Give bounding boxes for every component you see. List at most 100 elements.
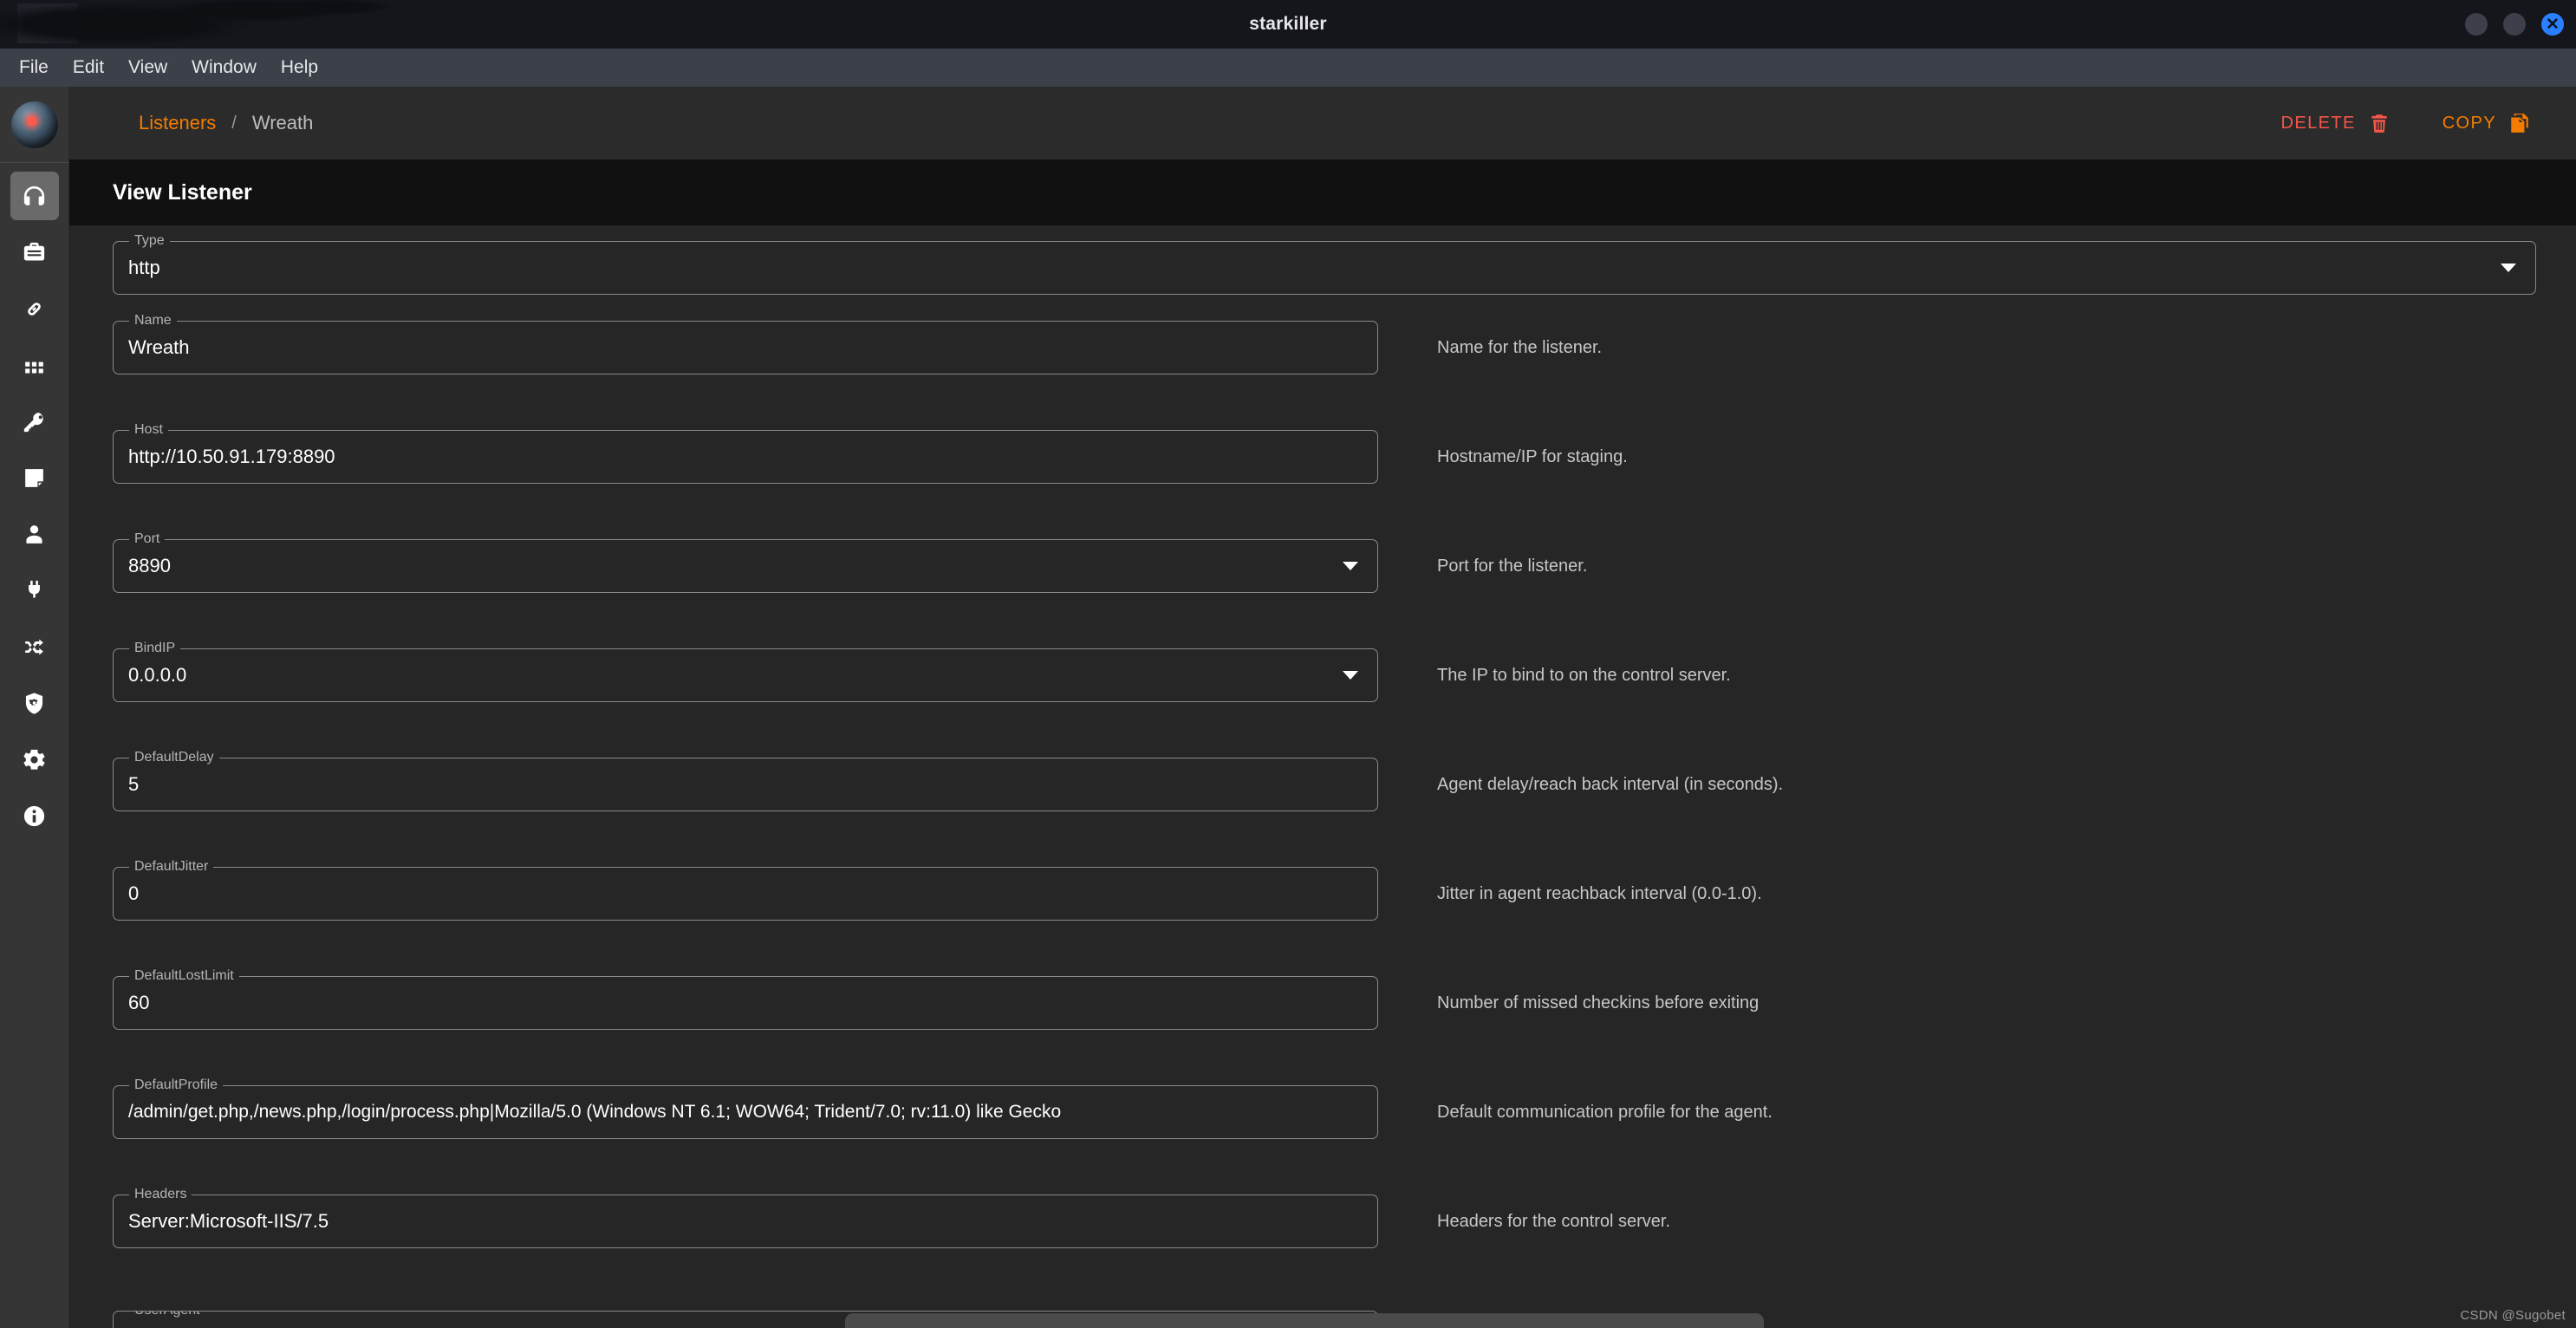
sidebar-item-malware[interactable] — [10, 679, 59, 727]
sidebar-item-listeners[interactable] — [10, 172, 59, 220]
window-title: starkiller — [1249, 14, 1327, 34]
helper-headers: Headers for the control server. — [1437, 1212, 1671, 1231]
delete-button-label: DELETE — [2280, 113, 2356, 133]
gear-icon — [21, 746, 48, 773]
briefcase-icon — [21, 239, 48, 266]
field-defaultjitter-label: DefaultJitter — [129, 858, 214, 876]
helper-name: Name for the listener. — [1437, 338, 1603, 357]
menu-item-file[interactable]: File — [7, 54, 61, 81]
page-title: View Listener — [113, 179, 252, 205]
helper-defaultlostlimit: Number of missed checkins before exiting — [1437, 993, 1760, 1012]
field-headers-label: Headers — [129, 1186, 192, 1203]
field-type-label: Type — [129, 232, 170, 250]
chevron-down-icon[interactable] — [2501, 264, 2516, 272]
key-icon — [21, 408, 48, 435]
field-host-value: http://10.50.91.179:8890 — [128, 446, 335, 467]
helper-bindip: The IP to bind to on the control server. — [1437, 666, 1731, 685]
plug-icon — [21, 577, 48, 604]
field-name-value: Wreath — [128, 336, 190, 358]
info-icon — [21, 803, 48, 830]
field-bindip-value: 0.0.0.0 — [128, 664, 187, 686]
field-headers-value: Server:Microsoft-IIS/7.5 — [128, 1210, 329, 1232]
copy-button[interactable]: COPY — [2443, 112, 2531, 134]
breadcrumb-separator: / — [231, 113, 237, 133]
trash-icon — [2368, 112, 2391, 134]
field-type[interactable]: Type http — [113, 232, 2536, 295]
person-icon — [21, 521, 48, 548]
field-useragent-label: UserAgent — [129, 1312, 205, 1319]
field-defaultprofile-value: /admin/get.php,/news.php,/login/process.… — [128, 1102, 1062, 1122]
window-controls: ✕ — [2465, 0, 2564, 49]
field-port-label: Port — [129, 531, 166, 548]
close-button[interactable]: ✕ — [2541, 13, 2564, 36]
sidebar-item-reporting[interactable] — [10, 453, 59, 502]
field-type-value: http — [128, 257, 160, 278]
copy-button-label: COPY — [2442, 113, 2496, 133]
field-defaultdelay-value: 5 — [128, 773, 140, 795]
sidebar-item-modules[interactable] — [10, 341, 59, 389]
field-defaultlostlimit-label: DefaultLostLimit — [129, 967, 239, 985]
maximize-button[interactable] — [2503, 13, 2526, 36]
listener-form: Type http Name Wreath Name for the liste… — [69, 225, 2576, 1328]
breadcrumb-current: Wreath — [251, 112, 314, 133]
menu-item-help[interactable]: Help — [269, 54, 330, 81]
helper-host: Hostname/IP for staging. — [1437, 447, 1628, 466]
delete-button[interactable]: DELETE — [2281, 112, 2391, 134]
helper-port: Port for the listener. — [1437, 557, 1588, 576]
helper-defaultdelay: Agent delay/reach back interval (in seco… — [1437, 775, 1784, 794]
sidebar-item-agents[interactable] — [10, 284, 59, 333]
field-defaultdelay-label: DefaultDelay — [129, 749, 219, 766]
app-bar: Listeners / Wreath DELETE COPY — [69, 87, 2576, 159]
field-port-value: 8890 — [128, 555, 171, 576]
field-bindip-label: BindIP — [129, 640, 181, 657]
field-host[interactable]: Host http://10.50.91.179:8890 — [113, 421, 1378, 484]
field-defaultjitter[interactable]: DefaultJitter 0 — [113, 858, 1378, 921]
shuffle-icon — [21, 634, 48, 661]
field-name[interactable]: Name Wreath — [113, 312, 1378, 374]
menu-item-view[interactable]: View — [116, 54, 179, 81]
helper-defaultprofile: Default communication profile for the ag… — [1437, 1103, 1773, 1122]
sidebar-item-settings[interactable] — [10, 735, 59, 784]
sidebar-item-plugins[interactable] — [10, 566, 59, 615]
copy-icon — [2508, 112, 2531, 134]
breadcrumb: Listeners / Wreath — [139, 112, 313, 134]
field-bindip[interactable]: BindIP 0.0.0.0 — [113, 640, 1378, 702]
starkiller-window: starkiller ✕ File Edit View Window Help — [0, 0, 2576, 1328]
minimize-button[interactable] — [2465, 13, 2488, 36]
menu-item-edit[interactable]: Edit — [61, 54, 116, 81]
shield-bug-icon — [21, 690, 48, 717]
field-defaultjitter-value: 0 — [128, 882, 140, 904]
field-name-label: Name — [129, 312, 177, 329]
sidebar-item-shuffle[interactable] — [10, 622, 59, 671]
breadcrumb-listeners[interactable]: Listeners — [139, 112, 216, 134]
sidebar-item-credentials[interactable] — [10, 397, 59, 446]
sidebar-rail — [0, 87, 69, 1328]
watermark: CSDN @Sugobet — [2460, 1308, 2566, 1323]
field-host-label: Host — [129, 421, 168, 439]
grid-icon — [21, 352, 48, 379]
starkiller-logo-icon — [10, 101, 58, 148]
chevron-down-icon[interactable] — [1343, 671, 1358, 680]
sidebar-items — [10, 172, 59, 848]
field-defaultprofile[interactable]: DefaultProfile /admin/get.php,/news.php,… — [113, 1077, 1378, 1139]
field-defaultprofile-label: DefaultProfile — [129, 1077, 224, 1094]
note-icon — [21, 465, 48, 491]
chevron-down-icon[interactable] — [1343, 562, 1358, 570]
headphones-icon — [21, 183, 48, 210]
menu-bar: File Edit View Window Help — [0, 49, 2576, 87]
app-logo-container[interactable] — [0, 87, 69, 163]
sidebar-item-users[interactable] — [10, 510, 59, 558]
field-defaultlostlimit-value: 60 — [128, 992, 150, 1013]
app-bar-actions: DELETE COPY — [2281, 112, 2531, 134]
snackbar — [845, 1313, 1764, 1328]
field-headers[interactable]: Headers Server:Microsoft-IIS/7.5 — [113, 1186, 1378, 1248]
field-port[interactable]: Port 8890 — [113, 531, 1378, 593]
sidebar-item-stagers[interactable] — [10, 228, 59, 277]
link-icon — [21, 296, 48, 322]
field-defaultlostlimit[interactable]: DefaultLostLimit 60 — [113, 967, 1378, 1030]
page-header: View Listener — [69, 159, 2576, 225]
helper-defaultjitter: Jitter in agent reachback interval (0.0-… — [1437, 884, 1762, 903]
menu-item-window[interactable]: Window — [179, 54, 269, 81]
field-defaultdelay[interactable]: DefaultDelay 5 — [113, 749, 1378, 811]
sidebar-item-about[interactable] — [10, 791, 59, 840]
